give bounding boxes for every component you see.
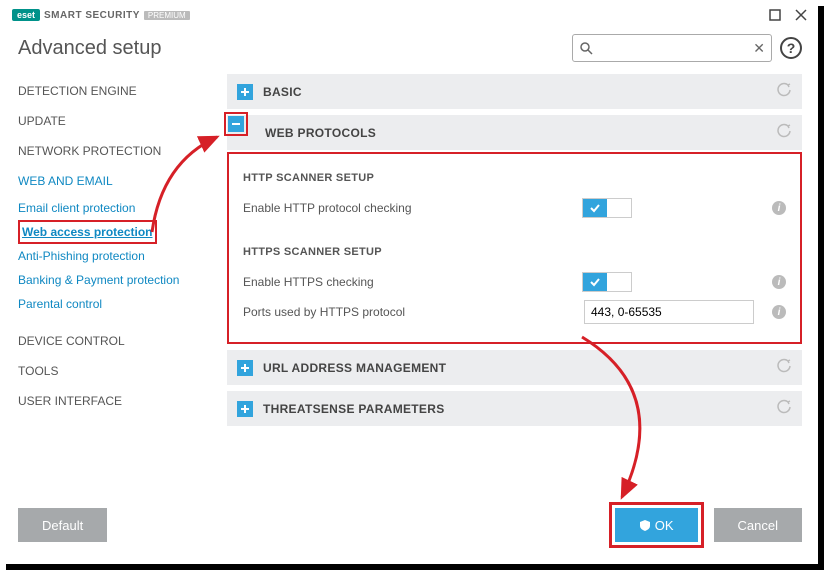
- info-icon[interactable]: i: [772, 305, 786, 319]
- window-maximize-button[interactable]: [768, 8, 782, 22]
- https-ports-input[interactable]: [584, 300, 754, 324]
- cancel-button[interactable]: Cancel: [714, 508, 802, 542]
- search-clear-icon[interactable]: ✕: [753, 41, 765, 55]
- section-url-mgmt-title: URL ADDRESS MANAGEMENT: [263, 361, 446, 375]
- enable-https-label: Enable HTTPS checking: [243, 275, 582, 289]
- section-web-protocols-title: WEB PROTOCOLS: [265, 126, 376, 140]
- nav-device-control[interactable]: DEVICE CONTROL: [18, 326, 203, 356]
- window-close-button[interactable]: [794, 8, 808, 22]
- reset-icon[interactable]: [776, 81, 792, 102]
- check-icon: [589, 202, 601, 214]
- nav-update[interactable]: UPDATE: [18, 106, 203, 136]
- nav-tools[interactable]: TOOLS: [18, 356, 203, 386]
- brand-edition: PREMIUM: [144, 11, 190, 20]
- help-button[interactable]: ?: [780, 37, 802, 59]
- nav-parental-control[interactable]: Parental control: [18, 292, 203, 316]
- nav-email-client-protection[interactable]: Email client protection: [18, 196, 203, 220]
- brand-name: SMART SECURITY: [44, 10, 140, 21]
- plus-icon[interactable]: [237, 84, 253, 100]
- search-box[interactable]: ✕: [572, 34, 772, 62]
- nav-detection-engine[interactable]: DETECTION ENGINE: [18, 76, 203, 106]
- check-icon: [589, 276, 601, 288]
- section-basic-header[interactable]: BASIC: [227, 74, 802, 109]
- nav-web-and-email[interactable]: WEB AND EMAIL: [18, 166, 203, 196]
- https-ports-label: Ports used by HTTPS protocol: [243, 305, 584, 319]
- section-web-protocols-header[interactable]: WEB PROTOCOLS: [227, 115, 802, 150]
- reset-icon[interactable]: [776, 357, 792, 378]
- nav-anti-phishing[interactable]: Anti-Phishing protection: [18, 244, 203, 268]
- section-basic-title: BASIC: [263, 85, 302, 99]
- search-icon: [579, 41, 593, 55]
- reset-icon[interactable]: [776, 398, 792, 419]
- info-icon[interactable]: i: [772, 201, 786, 215]
- nav-banking-payment[interactable]: Banking & Payment protection: [18, 268, 203, 292]
- web-protocols-body: HTTP SCANNER SETUP Enable HTTP protocol …: [227, 152, 802, 344]
- enable-https-toggle[interactable]: [582, 272, 632, 292]
- search-input[interactable]: [579, 41, 765, 55]
- plus-icon[interactable]: [237, 401, 253, 417]
- section-url-mgmt-header[interactable]: URL ADDRESS MANAGEMENT: [227, 350, 802, 385]
- brand-badge: eset: [12, 9, 40, 21]
- reset-icon[interactable]: [776, 122, 792, 143]
- shield-icon: [639, 519, 651, 531]
- nav-user-interface[interactable]: USER INTERFACE: [18, 386, 203, 416]
- default-button[interactable]: Default: [18, 508, 107, 542]
- nav-web-access-protection[interactable]: Web access protection: [22, 225, 153, 239]
- sidebar: DETECTION ENGINE UPDATE NETWORK PROTECTI…: [18, 72, 203, 502]
- enable-http-toggle[interactable]: [582, 198, 632, 218]
- section-threatsense-title: THREATSENSE PARAMETERS: [263, 402, 445, 416]
- https-scanner-heading: HTTPS SCANNER SETUP: [243, 246, 786, 258]
- enable-http-label: Enable HTTP protocol checking: [243, 201, 582, 215]
- section-threatsense-header[interactable]: THREATSENSE PARAMETERS: [227, 391, 802, 426]
- titlebar: eset SMART SECURITY PREMIUM: [2, 2, 818, 28]
- minus-icon[interactable]: [228, 116, 244, 132]
- page-title: Advanced setup: [18, 37, 161, 60]
- nav-network-protection[interactable]: NETWORK PROTECTION: [18, 136, 203, 166]
- http-scanner-heading: HTTP SCANNER SETUP: [243, 172, 786, 184]
- plus-icon[interactable]: [237, 360, 253, 376]
- ok-button[interactable]: OK: [615, 508, 698, 542]
- info-icon[interactable]: i: [772, 275, 786, 289]
